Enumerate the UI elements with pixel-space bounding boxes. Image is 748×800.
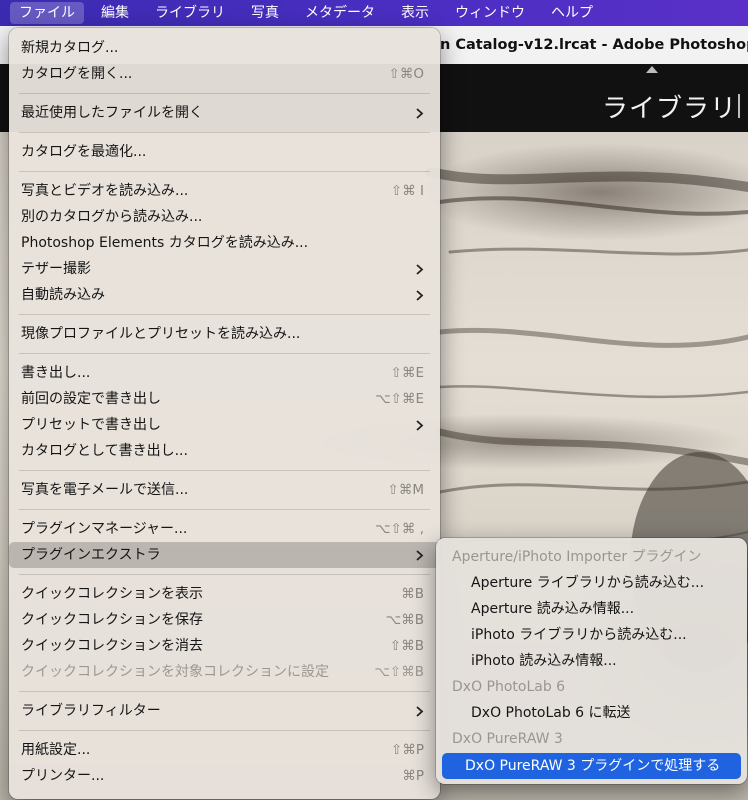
menu-item-label: 写真を電子メールで送信... (21, 482, 189, 498)
menu-metadata[interactable]: メタデータ (296, 2, 384, 24)
menu-item-show-quick-collection[interactable]: クイックコレクションを表示 ⌘B (9, 581, 440, 607)
menu-edit[interactable]: 編集 (92, 2, 138, 24)
menu-item-new-catalog[interactable]: 新規カタログ... (9, 35, 440, 61)
shortcut-label: ⇧⌘O (388, 66, 424, 82)
menu-item-clear-quick-collection[interactable]: クイックコレクションを消去 ⇧⌘B (9, 633, 440, 659)
menu-item-label: カタログを開く... (21, 66, 133, 82)
submenu-item-aperture-info[interactable]: Aperture 読み込み情報... (442, 596, 741, 622)
menu-item-label: 書き出し... (21, 365, 91, 381)
menu-item-label: 最近使用したファイルを開く (21, 105, 203, 121)
chevron-right-icon (416, 108, 424, 119)
menu-separator (19, 171, 430, 172)
submenu-item-iphoto-import[interactable]: iPhoto ライブラリから読み込む... (442, 622, 741, 648)
submenu-item-aperture-import[interactable]: Aperture ライブラリから読み込む... (442, 570, 741, 596)
menu-separator (19, 574, 430, 575)
chevron-right-icon (416, 420, 424, 431)
menu-item-label: クイックコレクションを対象コレクションに設定 (21, 664, 329, 680)
submenu-item-iphoto-info[interactable]: iPhoto 読み込み情報... (442, 648, 741, 674)
submenu-group-header: DxO PhotoLab 6 (452, 679, 566, 695)
menu-help[interactable]: ヘルプ (542, 2, 602, 24)
menu-item-label: クイックコレクションを保存 (21, 612, 203, 628)
module-library-tab[interactable]: ライブラリ (602, 88, 737, 125)
shortcut-label: ⌘B (401, 586, 424, 602)
menu-bar: ファイル 編集 ライブラリ 写真 メタデータ 表示 ウィンドウ ヘルプ (0, 0, 748, 26)
chevron-right-icon (416, 290, 424, 301)
menu-item-label: 前回の設定で書き出し (21, 391, 161, 407)
submenu-item-pureraw-process[interactable]: DxO PureRAW 3 プラグインで処理する (442, 753, 741, 779)
menu-item-label: 写真とビデオを読み込み... (21, 183, 189, 199)
menu-item-import-elements[interactable]: Photoshop Elements カタログを読み込み... (9, 230, 440, 256)
module-separator (738, 94, 740, 118)
plugin-extras-submenu: Aperture/iPhoto Importer プラグイン Aperture … (436, 538, 747, 784)
menu-item-auto-import[interactable]: 自動読み込み (9, 282, 440, 308)
menu-item-label: プリンター... (21, 768, 105, 784)
menu-item-label: 別のカタログから読み込み... (21, 209, 203, 225)
menu-item-open-recent[interactable]: 最近使用したファイルを開く (9, 100, 440, 126)
menu-item-export-preset[interactable]: プリセットで書き出し (9, 412, 440, 438)
menu-item-set-target-collection: クイックコレクションを対象コレクションに設定 ⌥⇧⌘B (9, 659, 440, 685)
menu-item-email-photos[interactable]: 写真を電子メールで送信... ⇧⌘M (9, 477, 440, 503)
menu-view[interactable]: 表示 (392, 2, 438, 24)
menu-item-label: プリセットで書き出し (21, 417, 161, 433)
menu-library[interactable]: ライブラリ (146, 2, 234, 24)
chevron-right-icon (416, 550, 424, 561)
panel-collapse-icon[interactable] (646, 66, 658, 73)
shortcut-label: ⌥⇧⌘ , (375, 521, 424, 537)
menu-separator (19, 132, 430, 133)
menu-item-tethered-capture[interactable]: テザー撮影 (9, 256, 440, 282)
shortcut-label: ⌘P (402, 768, 424, 784)
menu-separator (19, 314, 430, 315)
menu-file[interactable]: ファイル (10, 2, 84, 24)
menu-item-plugin-extras[interactable]: プラグインエクストラ (9, 542, 440, 568)
menu-separator (19, 470, 430, 471)
menu-item-save-quick-collection[interactable]: クイックコレクションを保存 ⌥⌘B (9, 607, 440, 633)
submenu-item-photolab-transfer[interactable]: DxO PhotoLab 6 に転送 (442, 700, 741, 726)
shortcut-label: ⌥⇧⌘B (374, 664, 424, 680)
menu-window[interactable]: ウィンドウ (446, 2, 534, 24)
menu-item-label: カタログとして書き出し... (21, 443, 188, 459)
submenu-group-header: Aperture/iPhoto Importer プラグイン (452, 549, 702, 565)
menu-item-label: 現像プロファイルとプリセットを読み込み... (21, 326, 301, 342)
menu-item-export-previous[interactable]: 前回の設定で書き出し ⌥⇧⌘E (9, 386, 440, 412)
submenu-group-header: DxO PureRAW 3 (452, 731, 563, 747)
shortcut-label: ⇧⌘M (387, 482, 424, 498)
menu-item-label: ライブラリフィルター (21, 703, 161, 719)
menu-item-label: テザー撮影 (21, 261, 91, 277)
chevron-right-icon (416, 264, 424, 275)
menu-item-label: カタログを最適化... (21, 144, 147, 160)
menu-photo[interactable]: 写真 (242, 2, 288, 24)
menu-separator (19, 509, 430, 510)
shortcut-label: ⌥⌘B (385, 612, 424, 628)
menu-separator (19, 93, 430, 94)
menu-item-export-catalog[interactable]: カタログとして書き出し... (9, 438, 440, 464)
menu-item-page-setup[interactable]: 用紙設定... ⇧⌘P (9, 737, 440, 763)
menu-item-label: 自動読み込み (21, 287, 105, 303)
menu-item-label: プラグインマネージャー... (21, 521, 188, 537)
shortcut-label: ⌥⇧⌘E (375, 391, 424, 407)
menu-item-label: プラグインエクストラ (21, 547, 161, 563)
file-menu-dropdown: 新規カタログ... カタログを開く... ⇧⌘O 最近使用したファイルを開く カタ… (9, 28, 440, 799)
menu-item-export[interactable]: 書き出し... ⇧⌘E (9, 360, 440, 386)
menu-item-label: 新規カタログ... (21, 40, 119, 56)
menu-item-label: Photoshop Elements カタログを読み込み... (21, 235, 309, 251)
menu-item-library-filter[interactable]: ライブラリフィルター (9, 698, 440, 724)
menu-separator (19, 730, 430, 731)
menu-item-label: クイックコレクションを消去 (21, 638, 203, 654)
menu-item-plugin-manager[interactable]: プラグインマネージャー... ⌥⇧⌘ , (9, 516, 440, 542)
shortcut-label: ⇧⌘E (390, 365, 424, 381)
menu-item-label: クイックコレクションを表示 (21, 586, 203, 602)
shortcut-label: ⇧⌘B (389, 638, 424, 654)
menu-item-import-photos[interactable]: 写真とビデオを読み込み... ⇧⌘ I (9, 178, 440, 204)
shortcut-label: ⇧⌘ I (390, 183, 424, 199)
menu-item-open-catalog[interactable]: カタログを開く... ⇧⌘O (9, 61, 440, 87)
menu-separator (19, 353, 430, 354)
shortcut-label: ⇧⌘P (391, 742, 424, 758)
menu-item-printer[interactable]: プリンター... ⌘P (9, 763, 440, 789)
menu-item-import-profiles[interactable]: 現像プロファイルとプリセットを読み込み... (9, 321, 440, 347)
menu-item-label: 用紙設定... (21, 742, 91, 758)
menu-separator (19, 691, 430, 692)
menu-item-optimize-catalog[interactable]: カタログを最適化... (9, 139, 440, 165)
menu-item-import-from-catalog[interactable]: 別のカタログから読み込み... (9, 204, 440, 230)
chevron-right-icon (416, 706, 424, 717)
